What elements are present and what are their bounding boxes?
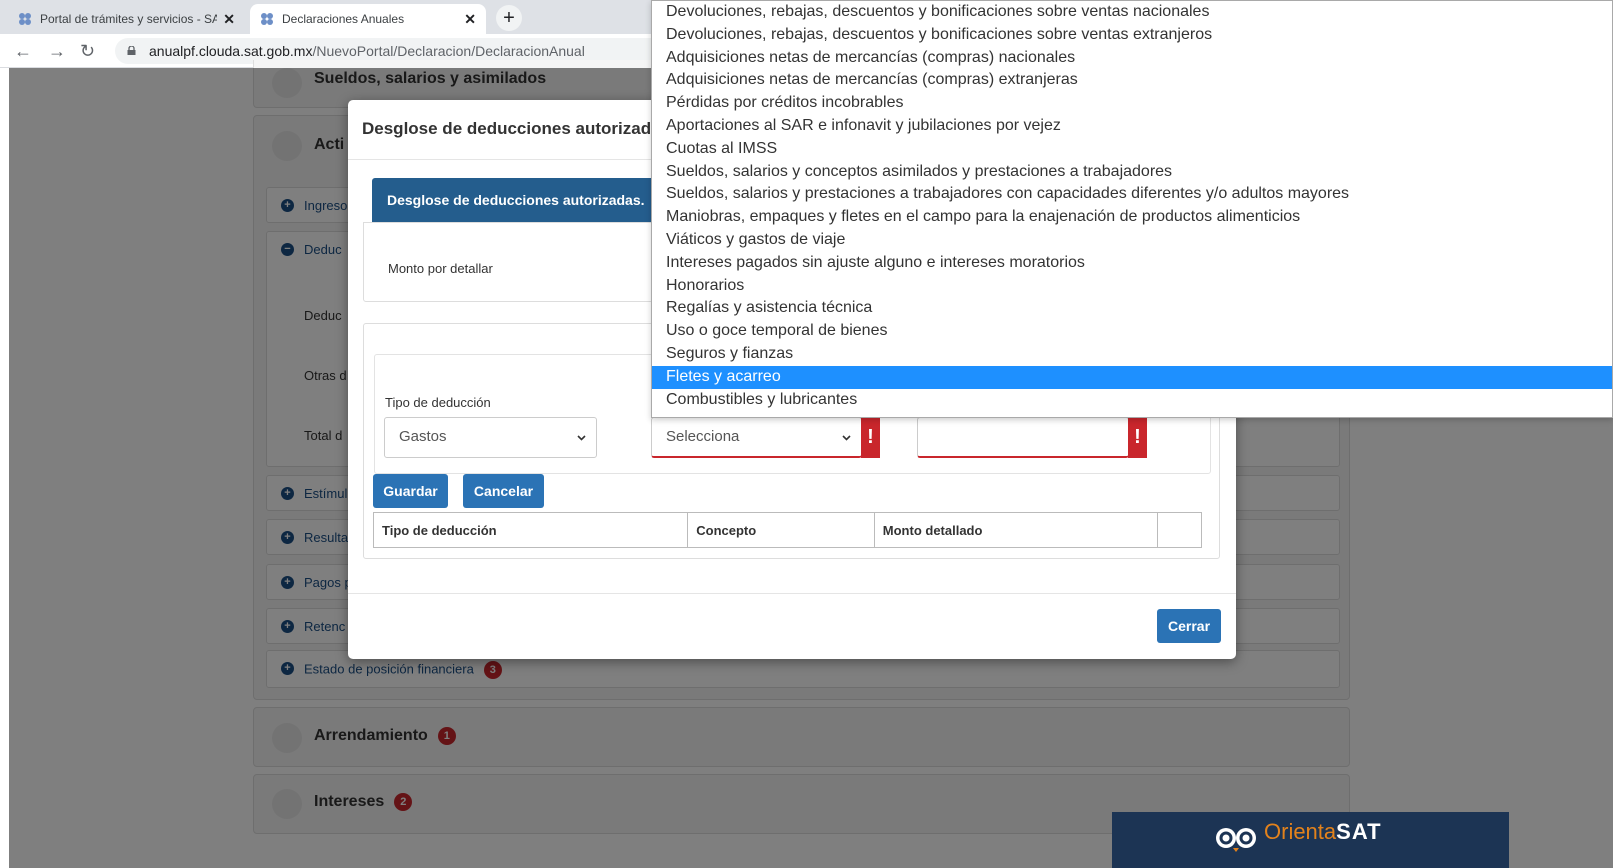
- column-header: Concepto: [688, 513, 875, 547]
- sat-favicon-icon: [19, 13, 31, 25]
- browser-tab-portal[interactable]: Portal de trámites y servicios - SAT ✕: [8, 4, 245, 34]
- concepto-dropdown-list[interactable]: Devoluciones, rebajas, descuentos y boni…: [651, 0, 1613, 418]
- divider: [348, 593, 1236, 594]
- close-tab-icon[interactable]: ✕: [223, 11, 235, 28]
- reload-icon[interactable]: ↻: [80, 41, 95, 62]
- dropdown-option[interactable]: Fletes y acarreo: [652, 365, 1612, 389]
- lock-icon: [127, 46, 136, 55]
- dropdown-option[interactable]: Maniobras, empaques y fletes en el campo…: [652, 206, 1612, 229]
- tab-title: Portal de trámites y servicios - SAT: [40, 12, 218, 26]
- new-tab-button[interactable]: +: [496, 5, 522, 31]
- close-tab-icon[interactable]: ✕: [464, 11, 476, 28]
- dropdown-option[interactable]: Adquisiciones netas de mercancías (compr…: [652, 69, 1612, 92]
- page-left-edge: [0, 68, 9, 868]
- dropdown-option[interactable]: Combustibles y lubricantes: [652, 389, 1612, 412]
- orientasat-logo-text: OrientaSAT: [1264, 819, 1382, 844]
- forward-arrow-icon[interactable]: →: [48, 41, 66, 62]
- dropdown-option[interactable]: Regalías y asistencia técnica: [652, 297, 1612, 320]
- dropdown-option[interactable]: Pérdidas por créditos incobrables: [652, 92, 1612, 115]
- modal-title: Desglose de deducciones autorizadas: [362, 119, 670, 138]
- monto-input[interactable]: [917, 417, 1129, 458]
- dropdown-option[interactable]: Intereses pagados sin ajuste alguno e in…: [652, 252, 1612, 275]
- dropdown-option[interactable]: Honorarios: [652, 275, 1612, 298]
- dropdown-option[interactable]: Cuotas al IMSS: [652, 138, 1612, 161]
- dropdown-option[interactable]: Uso o goce temporal de bienes: [652, 320, 1612, 343]
- owl-logo-icon: [1216, 828, 1256, 852]
- tipo-deduccion-label: Tipo de deducción: [385, 395, 491, 410]
- orientasat-banner[interactable]: OrientaSAT: [1112, 812, 1509, 868]
- dropdown-option[interactable]: Sueldos, salarios y prestaciones a traba…: [652, 183, 1612, 206]
- dropdown-option[interactable]: Viáticos y gastos de viaje: [652, 229, 1612, 252]
- panel-header: Desglose de deducciones autorizadas.: [372, 178, 672, 222]
- error-flag-icon: !: [861, 417, 880, 458]
- concepto-select[interactable]: Selecciona: [651, 417, 862, 458]
- dropdown-option[interactable]: Aportaciones al SAR e infonavit y jubila…: [652, 115, 1612, 138]
- column-header: Monto detallado: [875, 513, 1159, 547]
- column-header: Tipo de deducción: [374, 513, 689, 547]
- browser-tab-declaraciones[interactable]: Declaraciones Anuales ✕: [250, 4, 486, 34]
- error-flag-icon: !: [1128, 417, 1147, 458]
- guardar-button[interactable]: Guardar: [373, 474, 448, 508]
- dropdown-option[interactable]: Devoluciones, rebajas, descuentos y boni…: [652, 24, 1612, 47]
- sat-favicon-icon: [261, 13, 273, 25]
- dropdown-option[interactable]: Adquisiciones netas de mercancías (compr…: [652, 47, 1612, 70]
- chevron-down-icon: [577, 435, 586, 441]
- dropdown-option[interactable]: Sueldos, salarios y conceptos asimilados…: [652, 161, 1612, 184]
- column-header: [1158, 513, 1201, 547]
- url-path: /NuevoPortal/Declaracion/DeclaracionAnua…: [312, 43, 585, 59]
- cancelar-button[interactable]: Cancelar: [463, 474, 544, 508]
- url-host: anualpf.clouda.sat.gob.mx: [149, 43, 313, 59]
- tab-title: Declaraciones Anuales: [282, 12, 405, 26]
- detalle-table-header: Tipo de deducción Concepto Monto detalla…: [373, 512, 1202, 548]
- monto-por-detallar-label: Monto por detallar: [388, 261, 493, 276]
- tipo-deduccion-select[interactable]: Gastos: [384, 417, 597, 458]
- chevron-down-icon: [842, 435, 851, 441]
- back-arrow-icon[interactable]: ←: [14, 41, 32, 62]
- dropdown-option[interactable]: Devoluciones, rebajas, descuentos y boni…: [652, 1, 1612, 24]
- cerrar-button[interactable]: Cerrar: [1157, 609, 1221, 643]
- dropdown-option[interactable]: Seguros y fianzas: [652, 343, 1612, 366]
